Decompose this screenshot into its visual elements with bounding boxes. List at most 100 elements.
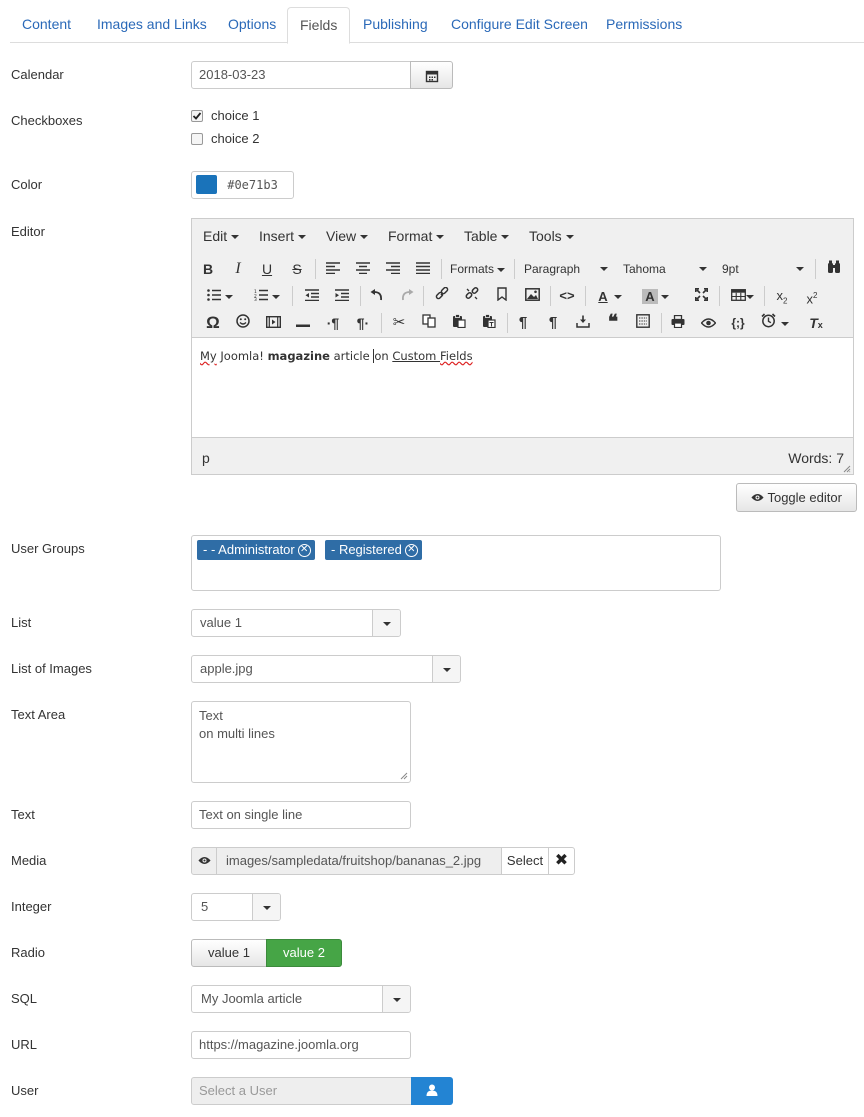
align-right-icon[interactable] [381,257,405,281]
bold-icon[interactable]: B [196,257,220,281]
outdent-icon[interactable] [300,284,324,308]
text-area[interactable]: Text on multi lines [191,701,411,783]
select-user-button[interactable] [411,1077,453,1105]
media-preview-button[interactable] [191,847,217,875]
template-icon[interactable] [631,311,655,335]
chevron-down-icon[interactable] [372,610,400,636]
paragraph-icon[interactable]: ¶ [541,311,565,335]
url-input[interactable]: https://magazine.joomla.org [191,1031,411,1059]
text-input[interactable]: Text on single line [191,801,411,829]
checkbox-choice-2[interactable] [191,133,203,145]
emoticons-icon[interactable] [231,311,255,335]
image-icon[interactable] [520,284,544,308]
tab-configure-edit-screen[interactable]: Configure Edit Screen [439,7,600,43]
background-color-icon[interactable]: A [638,284,662,308]
font-family-dropdown[interactable]: Tahoma [623,257,707,281]
chevron-down-icon[interactable] [432,656,460,682]
superscript-icon[interactable]: x2 [800,284,824,308]
color-swatch[interactable] [196,174,217,194]
insert-datetime-icon[interactable] [756,311,780,335]
clear-media-icon[interactable]: ✖ [548,847,575,875]
chevron-down-icon[interactable] [252,894,280,920]
toggle-editor-button[interactable]: Toggle editor [736,483,857,512]
special-character-icon[interactable]: Ω [201,311,225,335]
cut-icon[interactable]: ✂ [387,311,411,335]
link-icon[interactable] [430,284,454,308]
calendar-input[interactable]: 2018-03-23 [191,61,411,89]
background-color-dropdown[interactable] [660,284,670,308]
align-justify-icon[interactable] [411,257,435,281]
code-sample-icon[interactable]: {;} [726,311,750,335]
source-code-icon[interactable]: <> [555,284,579,308]
tab-permissions[interactable]: Permissions [594,7,694,43]
font-size-dropdown[interactable]: 9pt [722,257,804,281]
horizontal-line-icon[interactable] [291,311,315,335]
checkbox-choice-1[interactable] [191,110,203,122]
checkmark-icon [192,112,202,120]
menu-tools[interactable]: Tools [529,228,574,244]
clear-formatting-icon[interactable]: Tx [804,311,828,335]
resize-handle-icon[interactable] [400,772,408,780]
tab-fields[interactable]: Fields [287,7,351,44]
numbered-list-dropdown[interactable] [271,284,281,308]
menu-format[interactable]: Format [388,228,445,244]
formats-dropdown[interactable]: Formats [450,257,506,281]
table-dropdown[interactable] [745,284,755,308]
list-of-images-select[interactable]: apple.jpg [191,655,461,683]
align-center-icon[interactable] [351,257,375,281]
menu-insert[interactable]: Insert [259,228,306,244]
radio-option-value-1[interactable]: value 1 [191,939,267,967]
paste-icon[interactable] [447,311,471,335]
find-replace-icon[interactable] [822,257,846,281]
color-input[interactable]: #0e71b3 [191,171,294,199]
insert-datetime-dropdown[interactable] [780,311,790,335]
strikethrough-icon[interactable]: S [285,257,309,281]
redo-icon[interactable] [395,284,419,308]
tab-images-and-links[interactable]: Images and Links [85,7,219,43]
italic-icon[interactable]: I [226,257,250,281]
user-groups-input[interactable]: - - Administrator ✕ - Registered ✕ [191,535,721,591]
tab-content[interactable]: Content [10,7,83,43]
rtl-icon[interactable]: ¶· [351,311,375,335]
tab-publishing[interactable]: Publishing [351,7,440,43]
menu-view[interactable]: View [326,228,368,244]
text-color-icon[interactable]: A [591,284,615,308]
fullscreen-icon[interactable] [689,284,713,308]
paste-as-text-icon[interactable] [477,311,501,335]
media-select-button[interactable]: Select [501,847,549,875]
blockquote-icon[interactable]: ❝ [601,311,625,335]
block-format-dropdown[interactable]: Paragraph [524,257,608,281]
chevron-down-icon[interactable] [382,986,410,1012]
align-left-icon[interactable] [321,257,345,281]
media-embed-icon[interactable] [261,311,285,335]
print-icon[interactable] [666,311,690,335]
resize-handle-icon[interactable] [843,465,851,473]
menu-edit[interactable]: Edit [203,228,240,244]
subscript-icon[interactable]: x2 [770,284,794,308]
ltr-icon[interactable]: ·¶ [321,311,345,335]
sql-select[interactable]: My Joomla article [191,985,411,1013]
unlink-icon[interactable] [460,284,484,308]
indent-icon[interactable] [330,284,354,308]
integer-select[interactable]: 5 [191,893,281,921]
radio-option-value-2[interactable]: value 2 [266,939,342,967]
undo-icon[interactable] [365,284,389,308]
tab-options[interactable]: Options [216,7,288,43]
calendar-button[interactable] [410,61,453,89]
element-path[interactable]: p [202,450,210,466]
anchor-bookmark-icon[interactable] [490,284,514,308]
menu-table[interactable]: Table [464,228,510,244]
bullet-list-icon[interactable] [202,284,226,308]
underline-icon[interactable]: U [255,257,279,281]
remove-tag-icon[interactable]: ✕ [404,544,418,558]
text-color-dropdown[interactable] [613,284,623,308]
insert-break-icon[interactable] [571,311,595,335]
list-select[interactable]: value 1 [191,609,401,637]
preview-icon[interactable] [696,311,720,335]
editor-content[interactable]: My Joomla! magazine article on Custom Fi… [192,337,853,438]
numbered-list-icon[interactable]: 123 [249,284,273,308]
visual-chars-icon[interactable]: ¶ [511,311,535,335]
bullet-list-dropdown[interactable] [224,284,234,308]
remove-tag-icon[interactable]: ✕ [297,544,311,558]
copy-icon[interactable] [417,311,441,335]
